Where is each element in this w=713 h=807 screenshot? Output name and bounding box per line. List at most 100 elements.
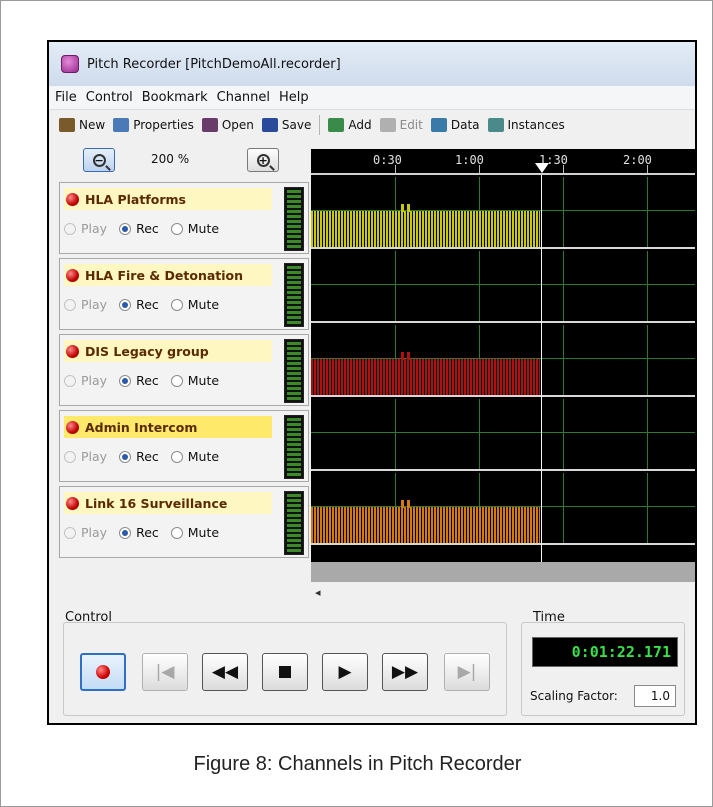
menu-help[interactable]: Help [279, 90, 309, 105]
properties-button[interactable]: Properties [113, 118, 194, 132]
menu-bookmark[interactable]: Bookmark [142, 90, 208, 105]
properties-button-label: Properties [133, 118, 194, 132]
properties-icon [113, 118, 130, 132]
rec-option[interactable]: Rec [119, 525, 159, 540]
mute-radio[interactable] [170, 298, 183, 311]
skip-to-start-button[interactable]: |◀ [142, 653, 188, 691]
channel-name-row[interactable]: HLA Fire & Detonation [64, 264, 272, 286]
play-option[interactable]: Play [64, 449, 107, 464]
play-option[interactable]: Play [64, 525, 107, 540]
mute-option[interactable]: Mute [170, 449, 220, 464]
track-admin-intercom[interactable] [311, 399, 695, 471]
play-button[interactable]: ▶ [322, 653, 368, 691]
play-icon: ▶ [338, 662, 352, 682]
timeline-view[interactable]: 0:30 1:00 1:30 2:00 [311, 149, 695, 569]
rec-radio[interactable] [119, 298, 132, 311]
skip-to-end-button[interactable]: ▶| [444, 653, 490, 691]
channel-name-row[interactable]: Link 16 Surveillance [64, 492, 272, 514]
tick-mark [563, 165, 564, 173]
play-radio[interactable] [64, 450, 76, 463]
rec-radio[interactable] [119, 450, 132, 463]
play-radio[interactable] [64, 374, 76, 387]
rec-radio[interactable] [119, 526, 132, 539]
new-button[interactable]: New [59, 118, 105, 132]
meter-segment [287, 377, 301, 380]
record-status-icon [66, 420, 79, 434]
channel-dis-legacy-group[interactable]: DIS Legacy group Play Rec Mute [59, 334, 309, 406]
mute-option[interactable]: Mute [170, 297, 219, 312]
fast-forward-button[interactable]: ▶▶ [382, 653, 428, 691]
rec-option[interactable]: Rec [119, 221, 159, 236]
grid-line [479, 251, 480, 321]
channel-link-16-surveillance[interactable]: Link 16 Surveillance Play Rec Mute [59, 486, 309, 558]
mute-option[interactable]: Mute [170, 373, 219, 388]
meter-segment [287, 276, 301, 279]
meter-segment [287, 311, 301, 314]
rewind-button[interactable]: ◀◀ [202, 653, 248, 691]
play-radio[interactable] [64, 222, 76, 235]
open-button[interactable]: Open [201, 118, 254, 132]
scroll-left-arrow-icon[interactable]: ◂ [315, 586, 321, 599]
meter-segment [287, 509, 301, 512]
menu-control[interactable]: Control [86, 90, 133, 105]
playhead-marker[interactable] [535, 163, 549, 173]
grid-line [563, 473, 564, 543]
meter-segment [287, 397, 301, 400]
menu-channel[interactable]: Channel [217, 90, 270, 105]
horizontal-scrollbar[interactable] [311, 562, 695, 582]
save-button[interactable]: Save [261, 118, 311, 132]
meter-segment [287, 306, 301, 309]
rec-option[interactable]: Rec [119, 297, 159, 312]
play-option[interactable]: Play [64, 297, 107, 312]
add-button[interactable]: Add [328, 118, 372, 132]
channel-hla-platforms[interactable]: HLA Platforms Play Rec Mute [59, 182, 309, 254]
mute-option[interactable]: Mute [170, 221, 219, 236]
mute-radio[interactable] [170, 374, 183, 387]
play-label: Play [81, 221, 108, 236]
grid-line [563, 251, 564, 321]
zoom-out-button[interactable]: − [83, 148, 115, 172]
menu-file[interactable]: File [55, 90, 77, 105]
mute-radio[interactable] [170, 450, 183, 463]
title-bar[interactable]: Pitch Recorder [PitchDemoAll.recorder] [49, 42, 695, 86]
mute-radio[interactable] [170, 222, 183, 235]
data-button-label: Data [450, 118, 480, 132]
play-radio[interactable] [64, 526, 76, 539]
rec-option[interactable]: Rec [119, 373, 159, 388]
channel-name-row[interactable]: Admin Intercom [64, 416, 272, 438]
play-radio[interactable] [64, 298, 76, 311]
channel-name-row[interactable]: DIS Legacy group [64, 340, 272, 362]
play-option[interactable]: Play [64, 221, 107, 236]
meter-segment [287, 494, 301, 497]
channel-hla-fire-detonation[interactable]: HLA Fire & Detonation Play Rec Mute [59, 258, 309, 330]
edit-button[interactable]: Edit [379, 118, 423, 132]
menu-bar: File Control Bookmark Channel Help [49, 86, 695, 110]
control-group: |◀ ◀◀ ▶ ▶▶ ▶| [63, 622, 507, 716]
mute-option[interactable]: Mute [170, 525, 219, 540]
mute-radio[interactable] [170, 526, 183, 539]
grid-line [563, 325, 564, 395]
channel-name: Admin Intercom [85, 419, 198, 435]
tick-label: 0:30 [373, 153, 402, 167]
track-dis-legacy-group[interactable] [311, 325, 695, 397]
mute-label: Mute [187, 449, 220, 464]
data-button[interactable]: Data [430, 118, 480, 132]
stop-button[interactable] [262, 653, 308, 691]
rec-option[interactable]: Rec [119, 449, 159, 464]
play-option[interactable]: Play [64, 373, 107, 388]
zoom-in-button[interactable]: + [247, 148, 279, 172]
channel-name-row[interactable]: HLA Platforms [64, 188, 272, 210]
open-folder-icon [201, 118, 218, 132]
track-link-16-surveillance[interactable] [311, 473, 695, 545]
rec-radio[interactable] [119, 374, 132, 387]
record-button[interactable] [80, 653, 126, 691]
track-hla-fire-detonation[interactable] [311, 251, 695, 323]
instances-button[interactable]: Instances [487, 118, 565, 132]
channel-admin-intercom[interactable]: Admin Intercom Play Rec Mute [59, 410, 309, 482]
time-cursor [541, 175, 542, 569]
track-hla-platforms[interactable] [311, 177, 695, 249]
time-ruler[interactable]: 0:30 1:00 1:30 2:00 [311, 149, 695, 175]
meter-segment [287, 534, 301, 537]
rec-radio[interactable] [119, 222, 132, 235]
scaling-factor-input[interactable]: 1.0 [634, 685, 676, 707]
